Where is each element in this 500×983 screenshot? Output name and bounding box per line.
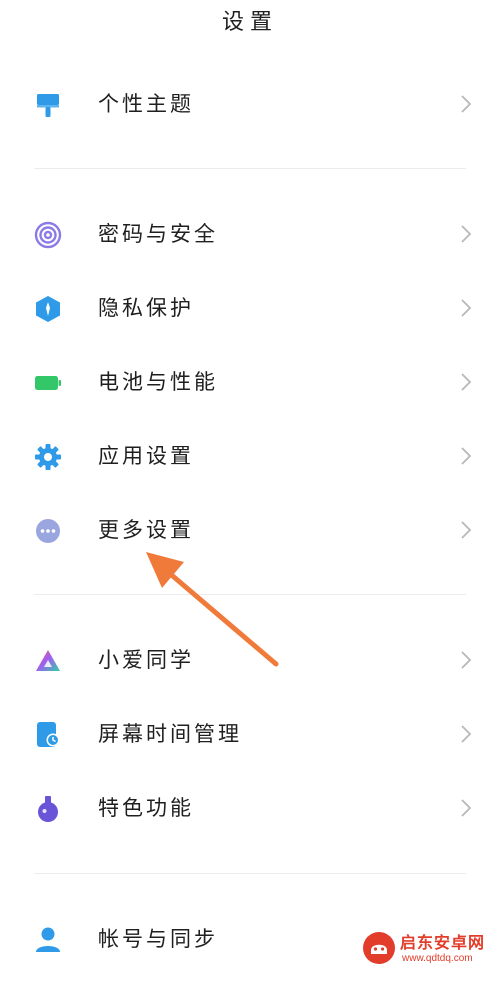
chevron-right-icon [461,299,472,317]
settings-item-label: 隐私保护 [98,296,194,320]
settings-item-label: 应用设置 [98,444,194,468]
settings-item-privacy[interactable]: 隐私保护 [0,277,500,339]
fingerprint-icon [34,221,62,249]
chevron-right-icon [461,521,472,539]
screen-time-icon [37,722,60,747]
account-icon [36,927,60,952]
chevron-right-icon [461,799,472,817]
watermark-logo-icon [363,932,395,964]
settings-item-battery[interactable]: 电池与性能 [0,351,500,413]
settings-item-special-features[interactable]: 特色功能 [0,777,500,839]
paint-roller-icon [37,94,59,117]
section-divider [34,873,466,874]
settings-item-label: 更多设置 [98,518,194,542]
battery-icon [35,376,61,390]
settings-item-label: 帐号与同步 [98,927,218,951]
section-divider [34,594,466,595]
xiaoai-icon [36,650,60,671]
settings-item-screen-time[interactable]: 屏幕时间管理 [0,703,500,765]
settings-item-more-settings[interactable]: 更多设置 [0,499,500,561]
settings-item-app-settings[interactable]: 应用设置 [0,425,500,487]
settings-item-password-security[interactable]: 密码与安全 [0,203,500,265]
settings-item-personal-theme[interactable]: 个性主题 [0,73,500,135]
chevron-right-icon [461,447,472,465]
chevron-right-icon [461,225,472,243]
watermark-url: www.qdtdq.com [402,953,473,964]
settings-item-label: 特色功能 [98,796,194,820]
chevron-right-icon [461,373,472,391]
watermark-name: 启东安卓网 [400,933,486,952]
settings-item-label: 电池与性能 [98,370,218,394]
page-title: 设置 [221,10,278,35]
more-dots-icon [36,519,60,543]
chevron-right-icon [461,95,472,113]
chevron-right-icon [461,651,472,669]
flask-icon [38,796,58,822]
settings-item-label: 密码与安全 [98,222,218,246]
gear-icon [35,444,61,470]
settings-item-xiaoai[interactable]: 小爱同学 [0,629,500,691]
privacy-shield-icon [36,296,60,322]
watermark: 启东安卓网 www.qdtdq.com [362,923,494,979]
section-divider [34,168,466,169]
chevron-right-icon [461,725,472,743]
settings-item-label: 屏幕时间管理 [98,722,242,746]
settings-item-label: 个性主题 [98,92,194,116]
settings-item-label: 小爱同学 [98,648,194,672]
